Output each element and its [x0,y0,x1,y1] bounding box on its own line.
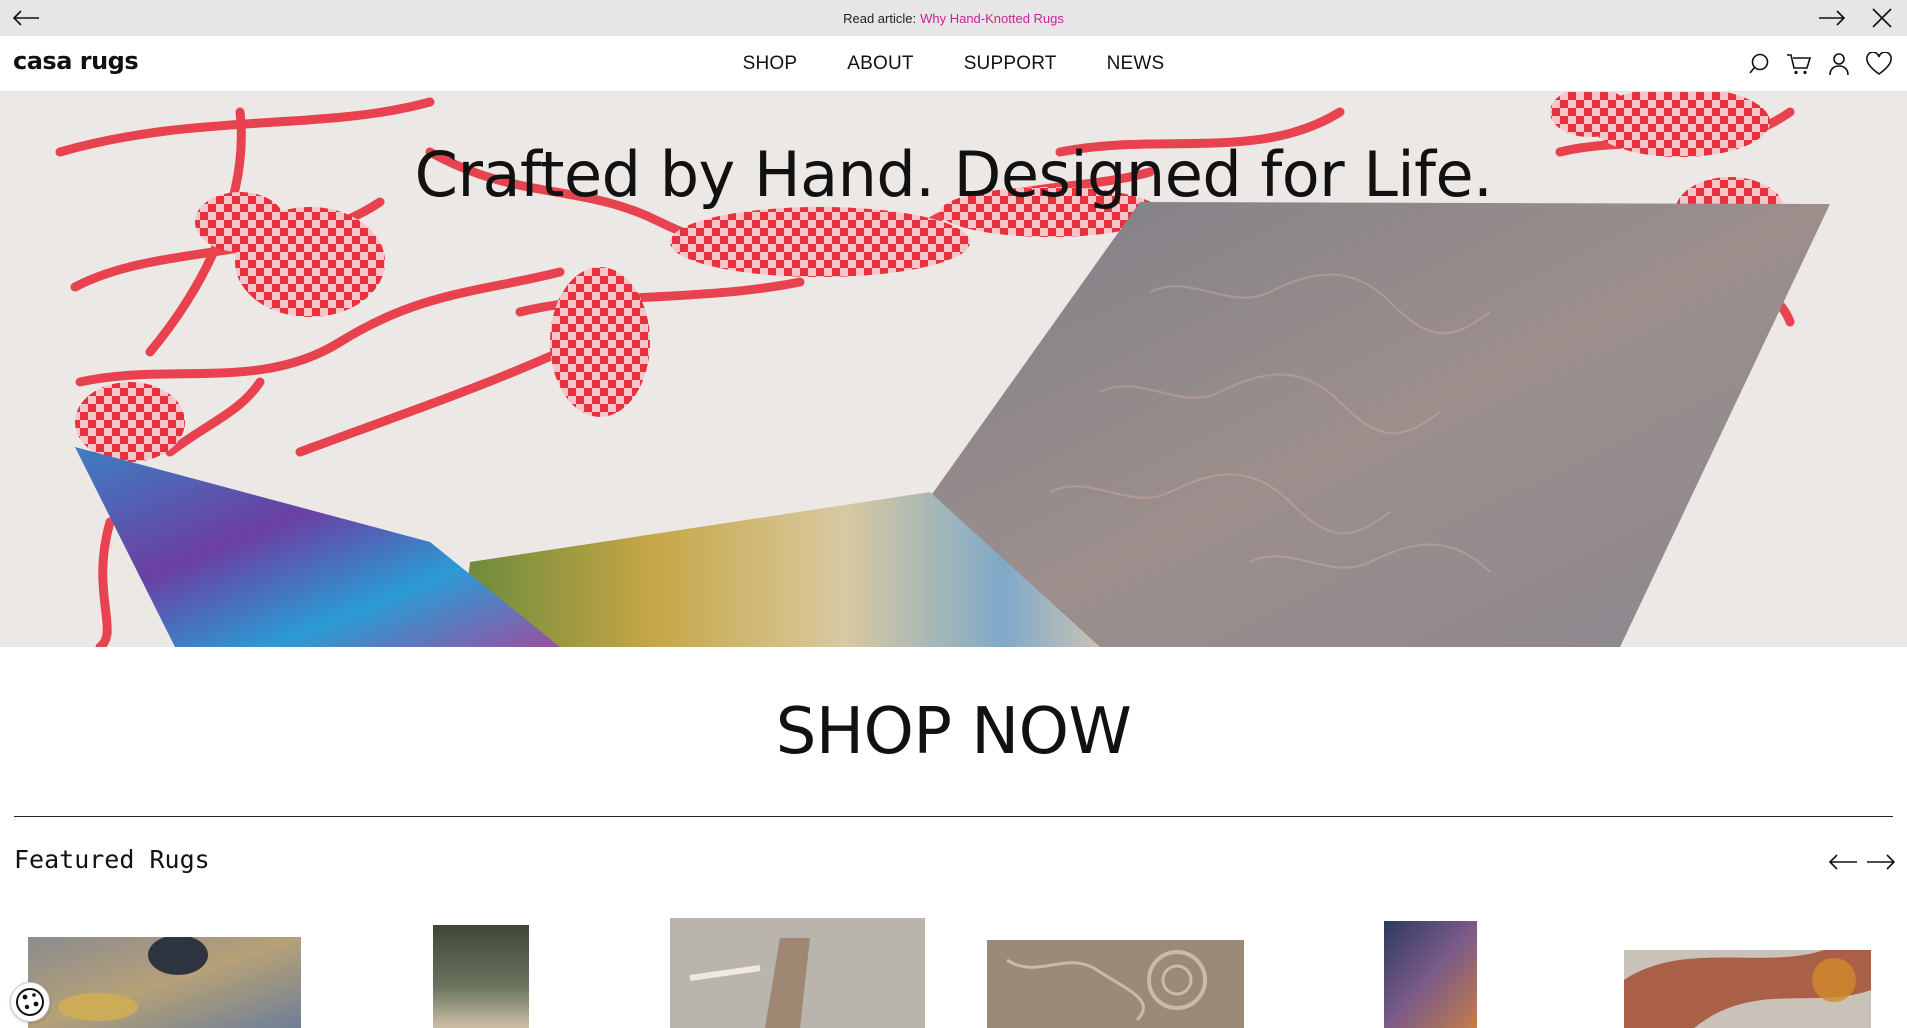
shop-now-button[interactable]: SHOP NOW [0,695,1907,769]
product-card-rug-6[interactable] [1624,950,1871,1028]
account-icon[interactable] [1825,50,1853,78]
logo[interactable]: casa rugs [13,47,139,75]
rug-5-image [1384,921,1477,1028]
carousel-prev-arrow-icon[interactable] [1826,850,1860,874]
header-icons [1745,50,1893,78]
rug-1-image [28,937,301,1028]
product-card-rug-1[interactable] [28,937,301,1028]
cookie-settings-button[interactable] [10,982,50,1022]
cart-icon[interactable] [1785,50,1813,78]
announcement-next-arrow-icon[interactable] [1818,6,1846,30]
product-card-rug-3[interactable] [670,918,925,1028]
site-header: casa rugs SHOP ABOUT SUPPORT NEWS [0,36,1907,92]
section-divider [14,816,1893,817]
nav-item-news[interactable]: NEWS [1107,53,1165,75]
carousel-next-arrow-icon[interactable] [1864,850,1898,874]
announcement-prefix: Read article: [843,10,917,26]
hero-banner[interactable]: Crafted by Hand. Designed for Life. [0,92,1907,647]
announcement-prev-arrow-icon[interactable] [12,6,40,30]
rug-6-image [1624,950,1871,1028]
rug-3-image [670,918,925,1028]
main-nav: SHOP ABOUT SUPPORT NEWS [0,36,1907,92]
nav-item-support[interactable]: SUPPORT [964,53,1057,75]
announcement-link[interactable]: Why Hand-Knotted Rugs [920,11,1064,26]
nav-item-about[interactable]: ABOUT [847,53,913,75]
hero-headline: Crafted by Hand. Designed for Life. [414,138,1493,211]
announcement-bar: Read article: Why Hand-Knotted Rugs [0,0,1907,36]
featured-rugs-title: Featured Rugs [14,845,210,874]
product-card-rug-2[interactable] [433,925,529,1028]
search-icon[interactable] [1745,50,1773,78]
product-card-rug-5[interactable] [1384,921,1477,1028]
nav-item-shop[interactable]: SHOP [743,53,798,75]
announcement-close-icon[interactable] [1868,6,1896,30]
product-card-rug-4[interactable] [987,940,1244,1028]
wishlist-icon[interactable] [1865,50,1893,78]
rug-2-image [433,925,529,1028]
cookie-icon [16,988,44,1016]
rug-4-image [987,940,1244,1028]
carousel-controls [1826,850,1898,874]
